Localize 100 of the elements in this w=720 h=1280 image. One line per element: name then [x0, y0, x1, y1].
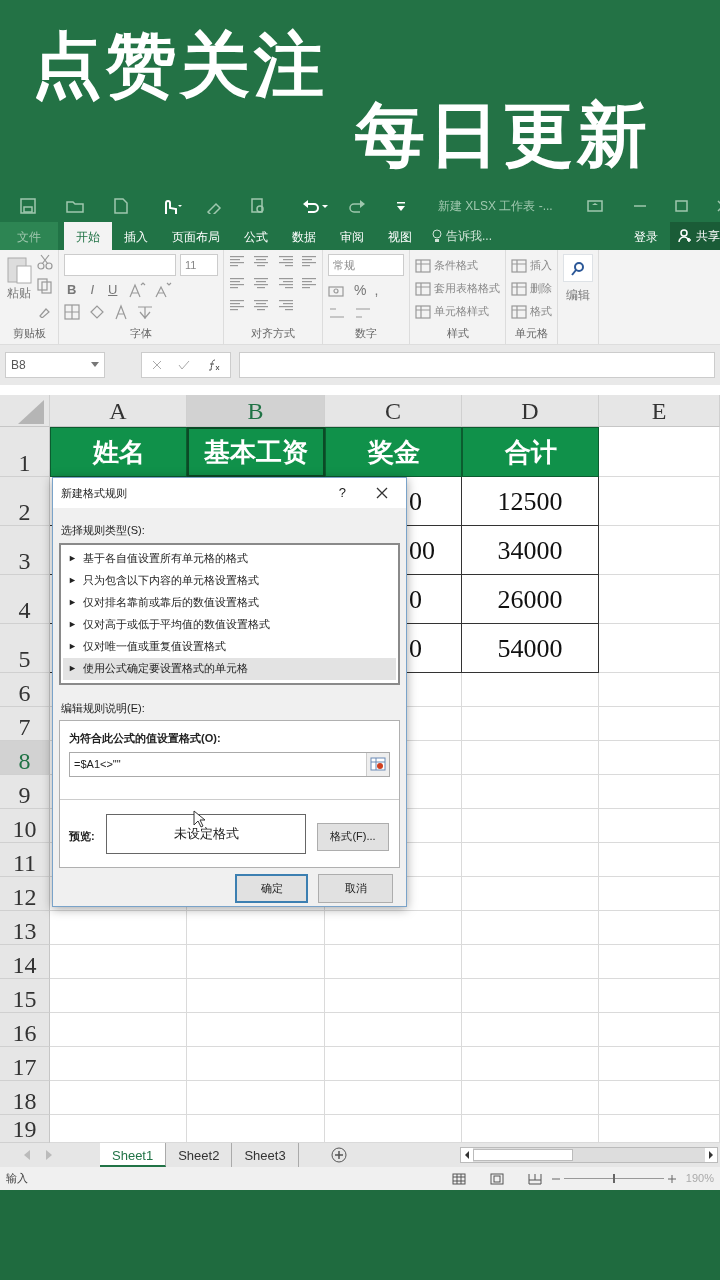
align-icon[interactable] [277, 276, 293, 290]
table-icon[interactable] [415, 258, 431, 273]
row-header[interactable]: 3 [0, 526, 50, 575]
column-header[interactable]: B [187, 395, 325, 427]
font-name-field[interactable] [64, 254, 176, 276]
table-icon[interactable] [511, 304, 527, 319]
document-icon[interactable] [114, 198, 128, 214]
tell-me-search[interactable]: 告诉我... [446, 227, 492, 245]
ribbon-display-icon[interactable] [586, 200, 603, 212]
search-icon[interactable] [570, 260, 586, 277]
indent-icon[interactable] [253, 298, 269, 312]
function-icon[interactable] [206, 359, 220, 371]
maximize-icon[interactable] [674, 200, 689, 212]
column-header[interactable]: E [599, 395, 720, 427]
save-icon[interactable] [20, 198, 36, 214]
table-icon[interactable] [415, 281, 431, 296]
increase-decimal-icon[interactable] [328, 305, 346, 321]
ribbon-tab[interactable]: 开始 [64, 222, 112, 250]
borders-icon[interactable] [64, 303, 80, 320]
row-header[interactable]: 12 [0, 877, 50, 911]
preview-icon[interactable] [250, 198, 266, 214]
number-style-button[interactable]: % [354, 280, 367, 301]
font-style-button[interactable]: U [105, 280, 121, 300]
align-icon[interactable] [229, 254, 245, 268]
row-header[interactable]: 14 [0, 945, 50, 979]
clipboard-icon[interactable] [5, 254, 33, 284]
row-header[interactable]: 16 [0, 1013, 50, 1047]
font-color-icon[interactable] [114, 303, 128, 320]
sign-in-link[interactable]: 登录 [622, 222, 670, 250]
fill-color-icon[interactable] [88, 303, 106, 320]
align-icon[interactable] [229, 276, 245, 290]
help-button[interactable]: ? [338, 483, 346, 503]
indent-icon[interactable] [277, 298, 293, 312]
decrease-decimal-icon[interactable] [354, 305, 372, 321]
formula-field[interactable] [239, 352, 715, 378]
row-header[interactable]: 10 [0, 809, 50, 843]
ribbon-tab[interactable]: 数据 [280, 222, 328, 250]
ribbon-tab[interactable]: 页面布局 [160, 222, 232, 250]
row-header[interactable]: 7 [0, 707, 50, 741]
row-header[interactable]: 8 [0, 741, 50, 775]
wrap-text-icon[interactable] [301, 276, 317, 290]
row-header[interactable]: 1 [0, 427, 50, 477]
close-icon[interactable] [376, 487, 388, 499]
sheet-tab[interactable]: Sheet1 [100, 1143, 167, 1167]
person-icon[interactable] [678, 229, 692, 243]
row-header[interactable]: 6 [0, 673, 50, 707]
undo-icon[interactable] [302, 198, 328, 214]
dropdown-icon[interactable] [91, 362, 99, 368]
customize-icon[interactable] [396, 200, 406, 212]
format-button[interactable]: 格式(F)... [317, 822, 389, 851]
formula-input[interactable]: =$A1<>"" [69, 751, 390, 777]
name-box[interactable]: B8 [5, 352, 105, 378]
currency-icon[interactable] [328, 283, 346, 298]
rule-type-item[interactable]: ► 使用公式确定要设置格式的单元格 [63, 657, 396, 680]
column-header[interactable]: C [325, 395, 462, 427]
align-icon[interactable] [253, 254, 269, 268]
ribbon-tab[interactable]: 视图 [376, 222, 424, 250]
cancel-button[interactable]: 取消 [318, 874, 393, 903]
grow-font-icon[interactable] [128, 281, 147, 298]
row-header[interactable]: 9 [0, 775, 50, 809]
row-header[interactable]: 11 [0, 843, 50, 877]
scroll-left-icon[interactable] [461, 1148, 473, 1162]
row-header[interactable]: 2 [0, 477, 50, 526]
ok-button[interactable]: 确定 [235, 874, 308, 903]
align-icon[interactable] [277, 254, 293, 268]
row-header[interactable]: 13 [0, 911, 50, 945]
row-header[interactable]: 17 [0, 1047, 50, 1081]
indent-icon[interactable] [229, 298, 245, 312]
zoom-in-icon[interactable] [667, 1174, 676, 1183]
scrollbar-thumb[interactable] [473, 1149, 573, 1161]
ribbon-tab[interactable]: 审阅 [328, 222, 376, 250]
editing-button[interactable]: 编辑 [566, 286, 590, 304]
row-header[interactable]: 18 [0, 1081, 50, 1115]
number-format-field[interactable]: 常规 [328, 254, 404, 276]
page-break-icon[interactable] [527, 1172, 542, 1185]
folder-icon[interactable] [66, 199, 84, 213]
row-header[interactable]: 19 [0, 1115, 50, 1143]
scroll-right-icon[interactable] [705, 1148, 717, 1162]
font-style-button[interactable]: B [64, 280, 80, 300]
ribbon-tab[interactable]: 插入 [112, 222, 160, 250]
range-select-icon[interactable] [370, 757, 386, 771]
font-style-button[interactable]: I [87, 280, 97, 300]
ribbon-tab[interactable]: 公式 [232, 222, 280, 250]
row-header[interactable]: 5 [0, 624, 50, 673]
zoom-slider-thumb[interactable] [612, 1174, 615, 1183]
scissors-icon[interactable] [37, 254, 53, 270]
paste-button[interactable]: 粘贴 [7, 284, 31, 302]
phonetic-icon[interactable] [136, 303, 154, 320]
lightbulb-icon[interactable] [432, 229, 442, 243]
column-header[interactable]: A [50, 395, 187, 427]
cancel-icon[interactable] [152, 360, 162, 370]
normal-view-icon[interactable] [451, 1172, 466, 1185]
select-all-corner[interactable] [0, 395, 50, 427]
row-header[interactable]: 4 [0, 575, 50, 624]
font-size-field[interactable]: 11 [180, 254, 218, 276]
number-style-button[interactable]: , [374, 280, 379, 301]
corner-triangle-icon[interactable] [16, 398, 44, 424]
add-sheet-icon[interactable] [330, 1147, 347, 1163]
table-icon[interactable] [511, 281, 527, 296]
align-icon[interactable] [253, 276, 269, 290]
